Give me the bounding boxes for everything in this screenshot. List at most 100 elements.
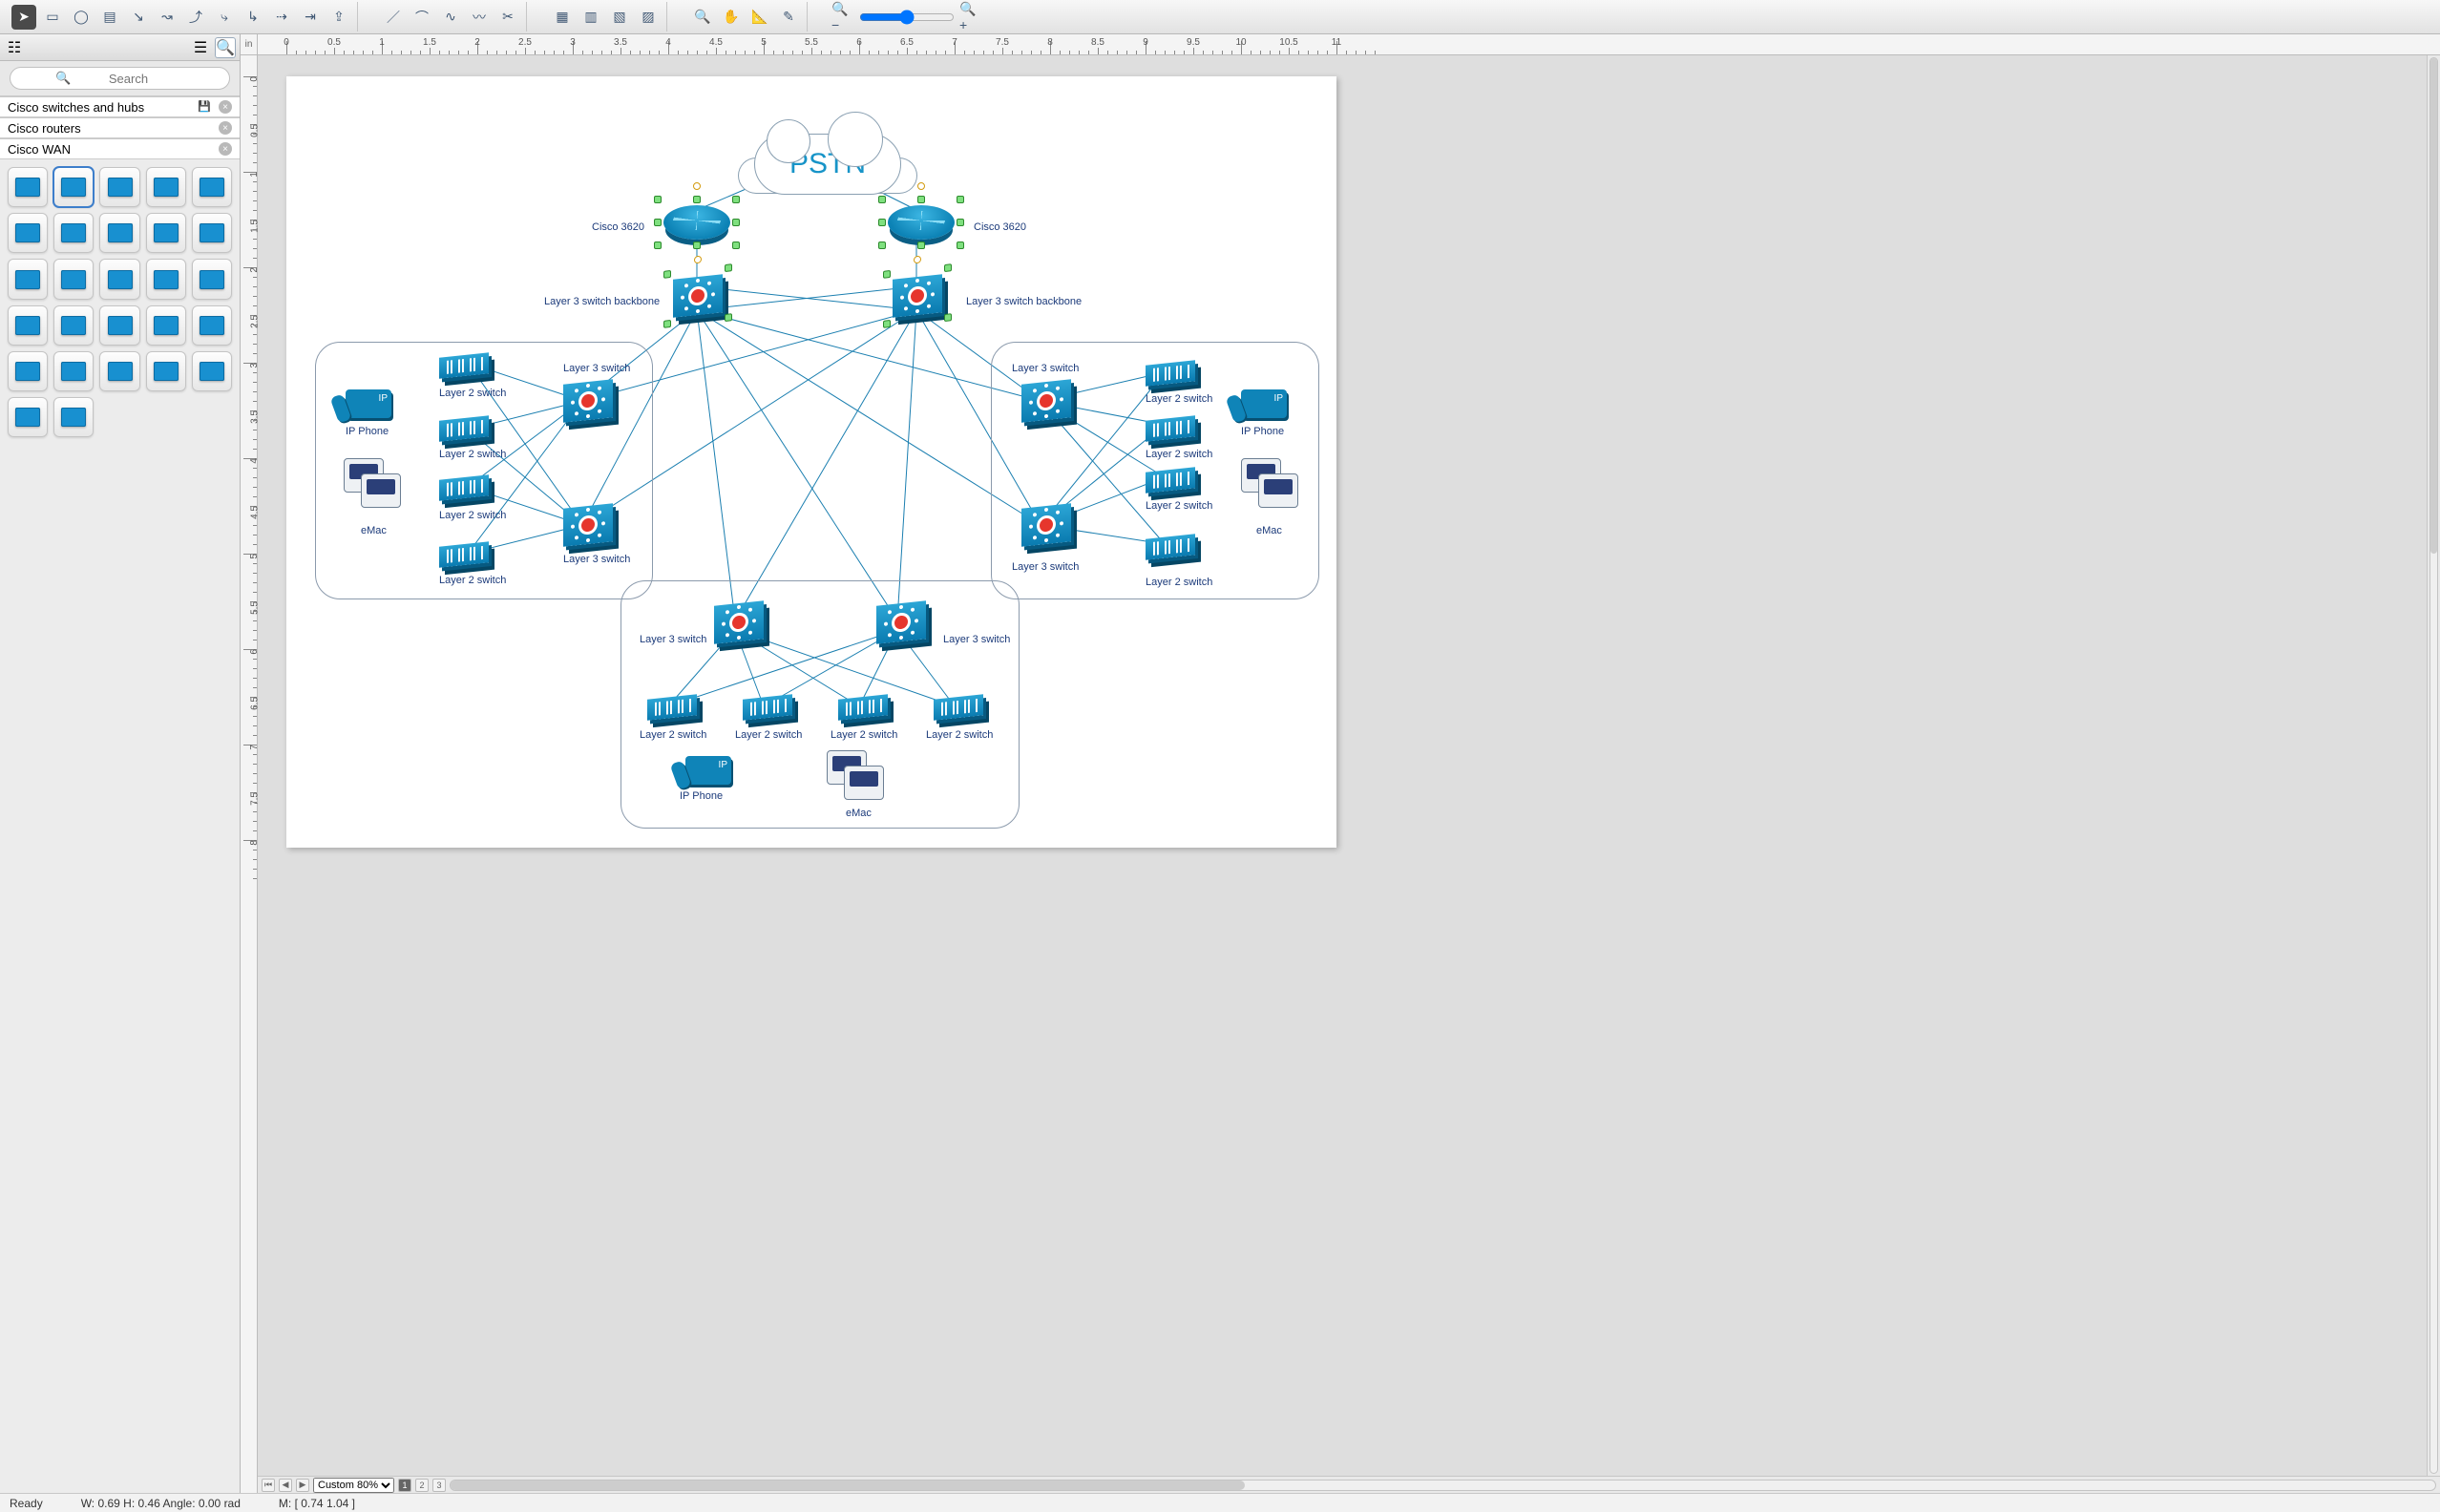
- zoom-in-button[interactable]: 🔍+: [958, 5, 983, 30]
- connector-7[interactable]: ⇥: [298, 5, 323, 30]
- vertical-ruler[interactable]: 00.511.522.533.544.555.566.577.58: [241, 55, 258, 1493]
- connector-6[interactable]: ⇢: [269, 5, 294, 30]
- l3-switch[interactable]: [1021, 503, 1071, 546]
- snap-page[interactable]: ▨: [636, 5, 661, 30]
- l3-backbone-right[interactable]: [893, 274, 942, 317]
- stencil-item[interactable]: [99, 305, 139, 346]
- stencil-item[interactable]: [8, 305, 48, 346]
- stencil-item[interactable]: [8, 167, 48, 207]
- snap-grid[interactable]: ▦: [550, 5, 575, 30]
- stencil-item[interactable]: [146, 305, 186, 346]
- stencil-item[interactable]: [146, 167, 186, 207]
- ip-phone[interactable]: [346, 389, 391, 418]
- ip-phone[interactable]: [1241, 389, 1287, 418]
- canvas-scroll[interactable]: PSTN Cisco 3620: [258, 55, 2440, 1476]
- l3-backbone-left[interactable]: [673, 274, 723, 317]
- ellipse-tool[interactable]: ◯: [69, 5, 94, 30]
- router-cisco3620-right[interactable]: [888, 205, 955, 240]
- snap-objects[interactable]: ▧: [607, 5, 632, 30]
- library-header[interactable]: Cisco routers ×: [0, 117, 240, 138]
- search-input[interactable]: [10, 67, 230, 90]
- stencil-item[interactable]: [53, 397, 94, 437]
- library-header[interactable]: Cisco WAN ×: [0, 138, 240, 159]
- arc-tool[interactable]: ⌒: [410, 5, 434, 30]
- stencil-item[interactable]: [146, 213, 186, 253]
- l2-label: Layer 2 switch: [1146, 577, 1212, 588]
- connector-4[interactable]: ⤷: [212, 5, 237, 30]
- stencil-item[interactable]: [8, 351, 48, 391]
- router-cisco3620-left[interactable]: [663, 205, 730, 240]
- diagram-page[interactable]: PSTN Cisco 3620: [286, 76, 1336, 848]
- connector-2[interactable]: ↝: [155, 5, 179, 30]
- connector-5[interactable]: ↳: [241, 5, 265, 30]
- stencil-item[interactable]: [53, 305, 94, 346]
- panel-search: 🔍: [0, 61, 240, 96]
- stencil-item[interactable]: [8, 213, 48, 253]
- pointer-tool[interactable]: ➤: [11, 5, 36, 30]
- panel-tree-icon[interactable]: ☷: [4, 37, 25, 58]
- line-tool[interactable]: ／: [381, 5, 406, 30]
- stencil-item[interactable]: [8, 397, 48, 437]
- scissors-tool[interactable]: ✂: [495, 5, 520, 30]
- vertical-scrollbar[interactable]: [2427, 55, 2440, 1476]
- l3-switch[interactable]: [1021, 379, 1071, 422]
- stencil-item[interactable]: [8, 259, 48, 299]
- stencil-item[interactable]: [53, 351, 94, 391]
- page-tab[interactable]: 1: [398, 1479, 411, 1492]
- emac[interactable]: [1241, 458, 1300, 508]
- pan-tool[interactable]: ✋: [719, 5, 744, 30]
- snap-guides[interactable]: ▥: [578, 5, 603, 30]
- page-tab[interactable]: 3: [432, 1479, 446, 1492]
- horizontal-scrollbar[interactable]: [450, 1480, 2436, 1491]
- close-icon[interactable]: ×: [219, 100, 232, 114]
- close-icon[interactable]: ×: [219, 121, 232, 135]
- l3-switch[interactable]: [876, 600, 926, 643]
- eyedropper-tool[interactable]: ✎: [776, 5, 801, 30]
- stencil-icon: [200, 362, 224, 381]
- spline-tool[interactable]: ∿: [438, 5, 463, 30]
- l3-switch[interactable]: [563, 379, 613, 422]
- stencil-item[interactable]: [192, 351, 232, 391]
- stencil-item[interactable]: [192, 213, 232, 253]
- zoom-tool[interactable]: 🔍: [690, 5, 715, 30]
- bottom-bar: ⏮ ◀ ▶ Custom 80% 1 2 3: [258, 1476, 2440, 1493]
- stencil-item[interactable]: [192, 305, 232, 346]
- stencil-item[interactable]: [53, 167, 94, 207]
- connector-3[interactable]: ⤴: [183, 5, 208, 30]
- stencil-item[interactable]: [192, 167, 232, 207]
- bezier-tool[interactable]: 〰: [467, 5, 492, 30]
- stencil-item[interactable]: [53, 213, 94, 253]
- pstn-cloud[interactable]: PSTN: [754, 134, 901, 195]
- stencil-item[interactable]: [99, 167, 139, 207]
- ruler-tool[interactable]: 📐: [747, 5, 772, 30]
- stencil-item[interactable]: [99, 351, 139, 391]
- save-icon[interactable]: 💾: [198, 100, 211, 114]
- l3-switch[interactable]: [714, 600, 764, 643]
- first-page-button[interactable]: ⏮: [262, 1479, 275, 1492]
- next-page-button[interactable]: ▶: [296, 1479, 309, 1492]
- horizontal-ruler[interactable]: 00.511.522.533.544.555.566.577.588.599.5…: [258, 34, 2440, 55]
- text-tool[interactable]: ▤: [97, 5, 122, 30]
- zoom-slider[interactable]: [859, 10, 955, 25]
- stencil-item[interactable]: [99, 213, 139, 253]
- page-tab[interactable]: 2: [415, 1479, 429, 1492]
- stencil-item[interactable]: [146, 259, 186, 299]
- rect-tool[interactable]: ▭: [40, 5, 65, 30]
- connector-1[interactable]: ↘: [126, 5, 151, 30]
- zoom-out-button[interactable]: 🔍−: [831, 5, 855, 30]
- emac[interactable]: [827, 750, 886, 800]
- stencil-item[interactable]: [99, 259, 139, 299]
- stencil-item[interactable]: [53, 259, 94, 299]
- library-header[interactable]: Cisco switches and hubs 💾 ×: [0, 96, 240, 117]
- l3-switch[interactable]: [563, 503, 613, 546]
- zoom-select[interactable]: Custom 80%: [313, 1478, 394, 1493]
- prev-page-button[interactable]: ◀: [279, 1479, 292, 1492]
- export-tool[interactable]: ⇪: [326, 5, 351, 30]
- panel-list-icon[interactable]: ☰: [190, 37, 211, 58]
- stencil-item[interactable]: [146, 351, 186, 391]
- panel-search-icon[interactable]: 🔍: [215, 37, 236, 58]
- emac[interactable]: [344, 458, 403, 508]
- close-icon[interactable]: ×: [219, 142, 232, 156]
- ip-phone[interactable]: [685, 756, 731, 785]
- stencil-item[interactable]: [192, 259, 232, 299]
